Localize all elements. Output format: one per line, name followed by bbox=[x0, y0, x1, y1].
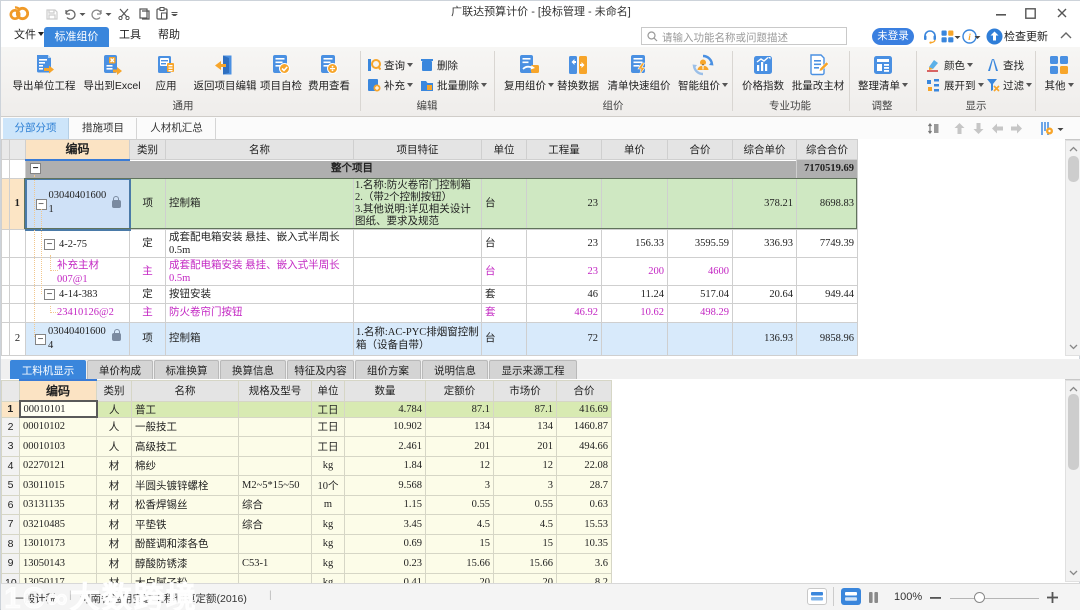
svg-text:i: i bbox=[968, 32, 971, 42]
